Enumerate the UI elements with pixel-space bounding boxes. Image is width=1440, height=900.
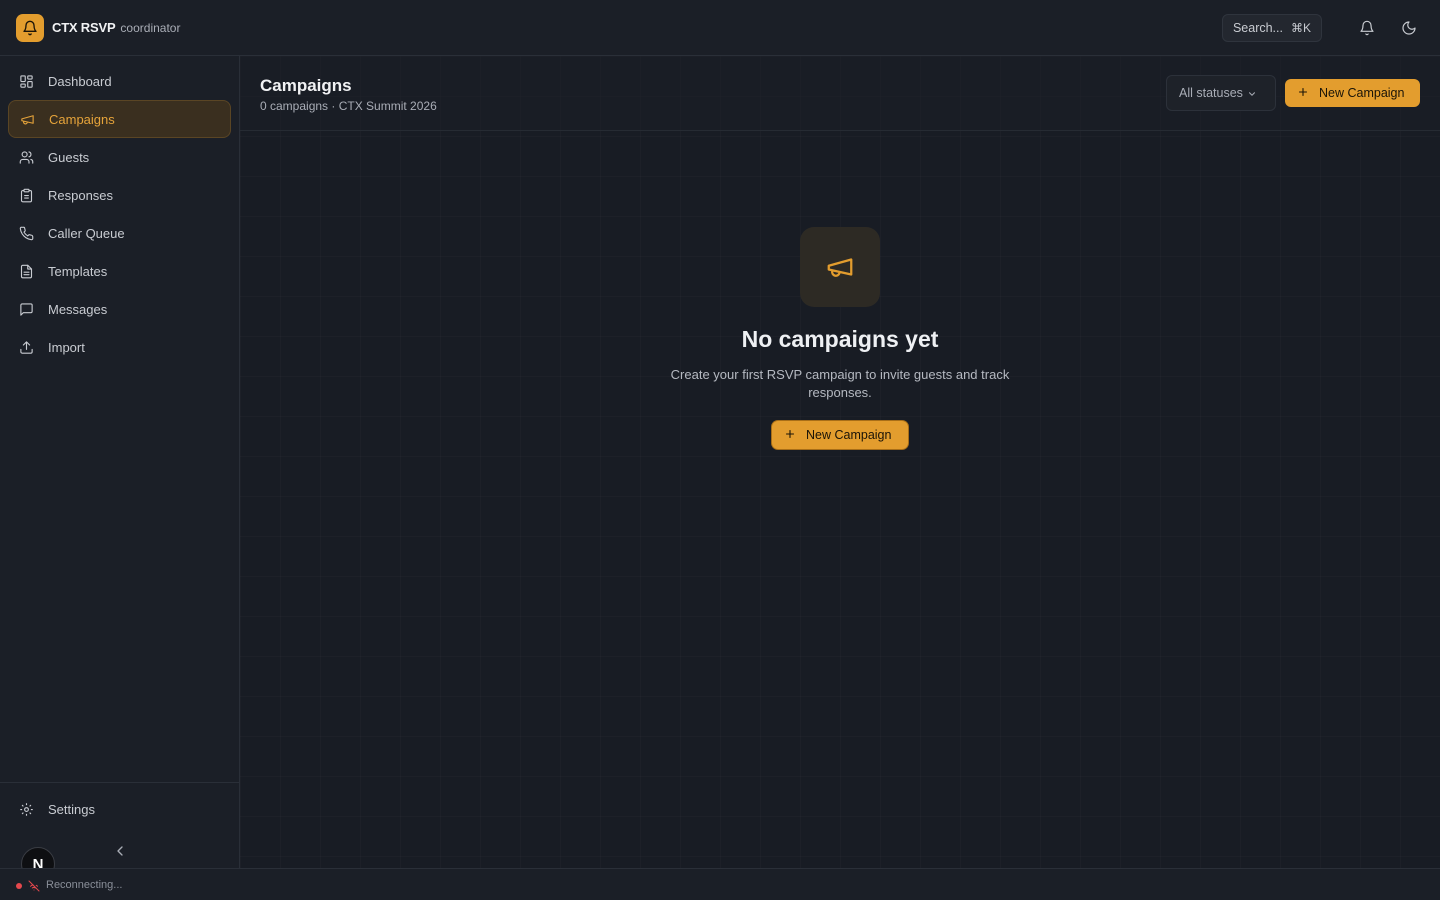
sidebar-item-guests[interactable]: Guests [8,138,231,176]
sidebar-item-label: Guests [48,149,90,165]
sidebar: Dashboard Campaigns Guests Responses Cal… [0,56,240,868]
brand[interactable]: CTX RSVP coordinator [16,13,181,42]
sidebar-item-label: Messages [48,301,108,317]
file-icon [18,263,34,279]
phone-icon [18,225,34,241]
user-role: coordinator [120,20,181,35]
sidebar-item-templates[interactable]: Templates [8,252,231,290]
sidebar-item-label: Campaigns [49,111,115,127]
collapse-sidebar-icon[interactable] [112,843,128,859]
status-filter-value: All statuses [1179,86,1243,100]
sidebar-item-caller-queue[interactable]: Caller Queue [8,214,231,252]
status-filter-select[interactable]: All statuses [1166,75,1276,111]
clipboard-icon [18,187,34,203]
sidebar-item-label: Caller Queue [48,225,125,241]
sidebar-item-label: Dashboard [48,73,112,89]
sidebar-item-settings[interactable]: Settings [8,790,232,828]
moon-icon[interactable] [1396,15,1422,41]
sidebar-item-campaigns[interactable]: Campaigns [8,100,231,138]
search-label: Search... [1232,21,1283,35]
new-campaign-empty-button[interactable]: New Campaign [772,421,908,449]
sidebar-item-label: Templates [48,263,108,279]
wifi-off-icon [28,880,40,892]
bell-icon[interactable] [1354,15,1380,41]
page-subtitle: 0 campaigns · CTX Summit 2026 [260,99,437,113]
upload-icon [18,339,34,355]
app-name: CTX RSVP [52,20,116,35]
plus-icon [784,428,796,443]
main-content: Campaigns 0 campaigns · CTX Summit 2026 … [240,56,1440,868]
users-icon [18,149,34,165]
page-title: Campaigns [260,76,352,95]
sidebar-item-responses[interactable]: Responses [8,176,231,214]
status-bar: Reconnecting... [0,868,1440,900]
page-header: Campaigns 0 campaigns · CTX Summit 2026 … [240,56,1440,131]
search-shortcut: ⌘K [1290,21,1311,35]
megaphone-icon [19,111,35,127]
grid-icon [18,73,34,89]
connection-status-text: Reconnecting... [46,879,123,891]
new-campaign-label: New Campaign [806,428,892,442]
empty-state-title: No campaigns yet [741,326,939,352]
empty-state-description: Create your first RSVP campaign to invit… [670,367,1010,400]
bell-logo-icon [16,13,44,42]
top-bar: CTX RSVP coordinator Search... ⌘K [0,0,1440,56]
sidebar-item-messages[interactable]: Messages [8,290,231,328]
sidebar-item-label: Responses [48,187,114,203]
sidebar-nav: Dashboard Campaigns Guests Responses Cal… [0,56,239,366]
gear-icon [18,801,34,817]
top-actions: Search... ⌘K [1221,0,1422,56]
chevron-down-icon [1247,88,1257,98]
sidebar-item-label: Settings [48,801,95,817]
megaphone-icon [800,227,880,307]
connection-status-dot [16,883,22,889]
search-button[interactable]: Search... ⌘K [1221,14,1322,42]
sidebar-item-dashboard[interactable]: Dashboard [8,62,231,100]
new-campaign-label: New Campaign [1319,86,1405,100]
message-icon [18,301,34,317]
new-campaign-button[interactable]: New Campaign [1285,79,1420,107]
plus-icon [1297,86,1309,101]
sidebar-item-import[interactable]: Import [8,328,231,366]
sidebar-item-label: Import [48,339,85,355]
